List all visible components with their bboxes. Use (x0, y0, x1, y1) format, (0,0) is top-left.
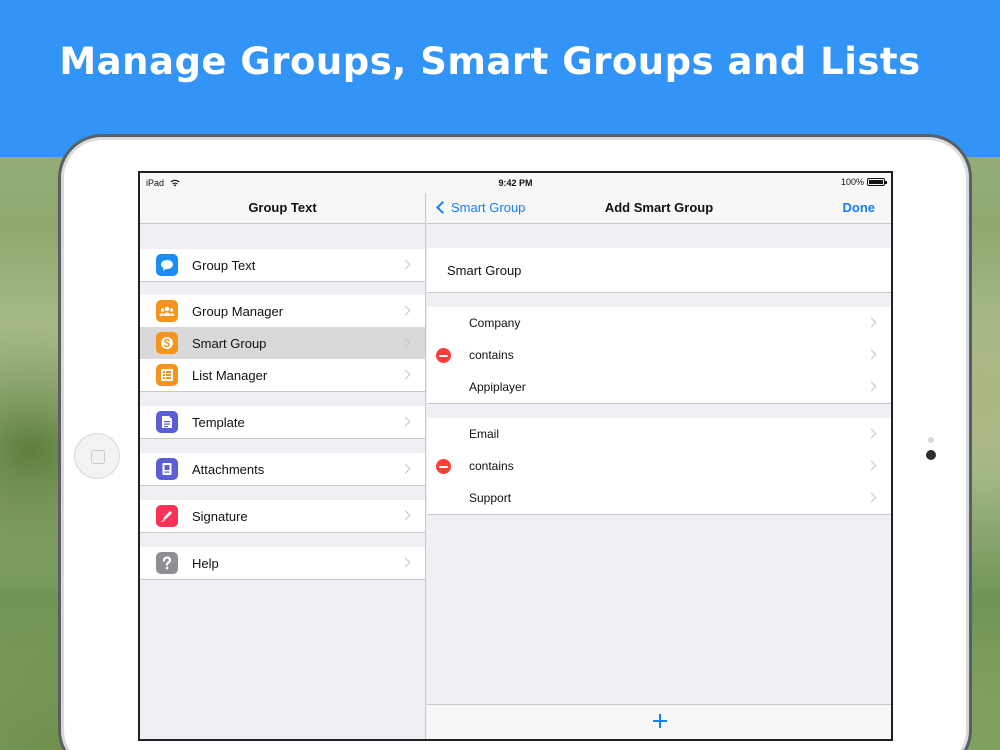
chevron-right-icon (400, 463, 411, 474)
chevron-right-icon (400, 305, 411, 316)
headline: Manage Groups, Smart Groups and Lists (59, 40, 921, 83)
master-pane: Group Text Group Text Group Manager Smar… (140, 173, 426, 739)
chevron-right-icon (866, 381, 877, 392)
sidebar-item-group-text[interactable]: Group Text (140, 249, 425, 281)
chevron-right-icon (400, 416, 411, 427)
sidebar-item-help[interactable]: Help (140, 547, 425, 579)
chevron-left-icon (436, 201, 449, 214)
rule-value-row[interactable]: Appiplayer (427, 371, 891, 403)
rule-value-label: Support (469, 491, 512, 505)
rule-value-row[interactable]: Support (427, 482, 891, 514)
chat-bubble-icon (156, 254, 178, 276)
sidebar-item-label: Template (192, 415, 245, 430)
rule-operator-label: contains (469, 459, 514, 473)
chevron-right-icon (400, 369, 411, 380)
chevron-right-icon (866, 460, 877, 471)
back-button[interactable]: Smart Group (435, 200, 525, 215)
sidebar-item-label: Attachments (192, 462, 265, 477)
status-battery: 100% (840, 177, 887, 187)
chevron-right-icon (866, 492, 877, 503)
master-title: Group Text (248, 200, 317, 215)
separator (427, 403, 891, 404)
question-icon (156, 552, 178, 574)
people-icon (156, 300, 178, 322)
sidebar-item-label: List Manager (192, 368, 268, 383)
sidebar-item-signature[interactable]: Signature (140, 500, 425, 532)
sidebar-item-label: Group Text (192, 258, 256, 273)
list-icon (156, 364, 178, 386)
camera-icon (926, 450, 936, 460)
chevron-right-icon (400, 557, 411, 568)
sidebar-item-label: Group Manager (192, 304, 284, 319)
chevron-right-icon (400, 337, 411, 348)
status-bar: iPad 9:42 PM 100% (140, 173, 891, 193)
separator (140, 438, 426, 439)
add-rule-icon[interactable] (653, 714, 667, 728)
sidebar-item-list-manager[interactable]: List Manager (140, 359, 425, 391)
done-button[interactable]: Done (843, 200, 876, 215)
rule-operator-row[interactable]: contains (427, 450, 891, 482)
delete-rule-icon[interactable] (436, 348, 451, 363)
smart-group-icon (156, 332, 178, 354)
battery-icon (867, 178, 887, 186)
sidebar-item-attachments[interactable]: Attachments (140, 453, 425, 485)
detail-navbar: Add Smart Group Smart Group Done (427, 193, 891, 224)
chevron-right-icon (400, 259, 411, 270)
rule-operator-row[interactable]: contains (427, 339, 891, 371)
home-button[interactable] (74, 433, 120, 479)
sidebar-item-group-manager[interactable]: Group Manager (140, 295, 425, 327)
sidebar-item-smart-group[interactable]: Smart Group (140, 327, 425, 359)
home-button-square-icon (91, 450, 105, 464)
battery-percent: 100% (840, 177, 864, 187)
sensor-dot (928, 437, 934, 443)
sidebar-item-label: Signature (192, 509, 248, 524)
smart-group-name-field[interactable]: Smart Group (427, 248, 891, 292)
separator (140, 532, 426, 533)
chevron-right-icon (866, 428, 877, 439)
smart-group-name-value: Smart Group (447, 263, 522, 278)
separator (427, 292, 891, 293)
delete-rule-icon[interactable] (436, 459, 451, 474)
master-navbar: Group Text (140, 193, 425, 224)
rule-operator-label: contains (469, 348, 514, 362)
status-time: 9:42 PM (498, 178, 533, 188)
document-icon (156, 411, 178, 433)
ipad-screen: Group Text Group Text Group Manager Smar… (138, 171, 893, 741)
detail-pane: Add Smart Group Smart Group Done Smart G… (427, 173, 891, 739)
chevron-right-icon (866, 317, 877, 328)
sidebar-item-label: Help (192, 556, 219, 571)
separator (140, 485, 426, 486)
rule-value-label: Appiplayer (469, 380, 526, 394)
rule-field-label: Email (469, 427, 500, 441)
attachment-icon (156, 458, 178, 480)
chevron-right-icon (400, 510, 411, 521)
separator (427, 514, 891, 515)
rule-field-label: Company (469, 316, 521, 330)
back-button-label: Smart Group (451, 200, 526, 215)
rule-field-row[interactable]: Email (427, 418, 891, 450)
chevron-right-icon (866, 349, 877, 360)
sidebar-item-template[interactable]: Template (140, 406, 425, 438)
rule-field-row[interactable]: Company (427, 307, 891, 339)
bottom-toolbar (427, 704, 891, 739)
separator (140, 281, 426, 282)
separator (140, 391, 426, 392)
separator (140, 579, 426, 580)
sidebar-item-label: Smart Group (192, 336, 267, 351)
pen-icon (156, 505, 178, 527)
